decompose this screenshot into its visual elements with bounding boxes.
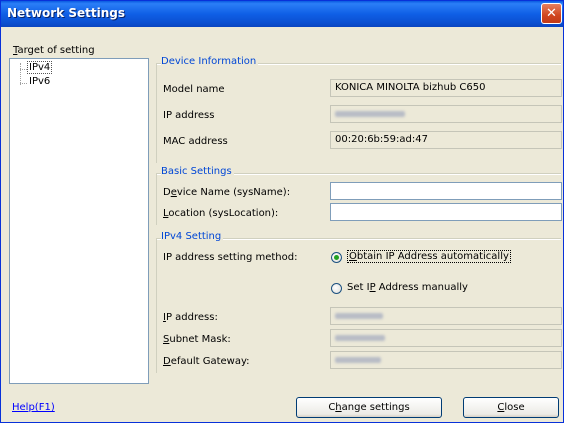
- group-border: [156, 63, 157, 163]
- location-label: Location (sysLocation):: [163, 208, 279, 219]
- model-name-value: KONICA MINOLTA bizhub C650: [335, 82, 486, 93]
- ip-setting-method-label: IP address setting method:: [163, 252, 298, 263]
- ipv4-ip-address-label: IP address:: [163, 312, 218, 323]
- ip-address-label: IP address: [163, 110, 215, 121]
- obtain-ip-auto-label[interactable]: Obtain IP Address automatically: [347, 250, 511, 263]
- subnet-mask-field: [330, 329, 562, 347]
- location-input[interactable]: [330, 203, 562, 221]
- device-information-group-title: Device Information: [161, 56, 259, 67]
- mac-address-field: 00:20:6b:59:ad:47: [330, 131, 562, 149]
- subnet-mask-label: Subnet Mask:: [163, 334, 231, 345]
- ipv4-setting-group-title: IPv4 Setting: [161, 231, 224, 242]
- tree-connector: [20, 83, 27, 84]
- close-icon: ✕: [546, 6, 557, 21]
- close-button[interactable]: Close: [463, 397, 559, 418]
- basic-settings-group-title: Basic Settings: [161, 166, 234, 177]
- mac-address-value: 00:20:6b:59:ad:47: [335, 134, 428, 145]
- group-border: [156, 238, 157, 373]
- redacted-value: [335, 357, 381, 363]
- tree-item-ipv4[interactable]: IPv4: [27, 61, 53, 74]
- tree-connector: [20, 63, 21, 85]
- close-window-button[interactable]: ✕: [541, 3, 562, 24]
- ipv4-ip-address-field: [330, 307, 562, 325]
- device-name-label: Device Name (sysName):: [163, 187, 291, 198]
- redacted-value: [335, 335, 385, 341]
- group-border: [156, 173, 157, 225]
- mac-address-label: MAC address: [163, 136, 228, 147]
- default-gateway-label: Default Gateway:: [163, 356, 250, 367]
- title-bar[interactable]: Network Settings ✕: [1, 1, 563, 27]
- redacted-value: [335, 313, 383, 319]
- set-ip-manually-label[interactable]: Set IP Address manually: [347, 282, 468, 293]
- model-name-field: KONICA MINOLTA bizhub C650: [330, 79, 562, 97]
- obtain-ip-auto-radio[interactable]: [331, 252, 342, 263]
- tree-connector: [20, 69, 27, 70]
- help-link[interactable]: Help(F1): [12, 402, 55, 413]
- set-ip-manually-radio[interactable]: [331, 283, 342, 294]
- target-tree[interactable]: IPv4 IPv6: [9, 58, 149, 384]
- change-settings-button[interactable]: Change settings: [296, 397, 442, 418]
- default-gateway-field: [330, 351, 562, 369]
- device-name-input[interactable]: [330, 182, 562, 200]
- redacted-value: [335, 111, 405, 117]
- ip-address-field: [330, 105, 562, 123]
- model-name-label: Model name: [163, 84, 225, 95]
- tree-item-ipv6[interactable]: IPv6: [29, 76, 50, 87]
- network-settings-dialog: Network Settings ✕ Target of setting IPv…: [0, 0, 564, 423]
- window-title: Network Settings: [7, 6, 125, 20]
- target-of-setting-label: Target of setting: [13, 45, 95, 56]
